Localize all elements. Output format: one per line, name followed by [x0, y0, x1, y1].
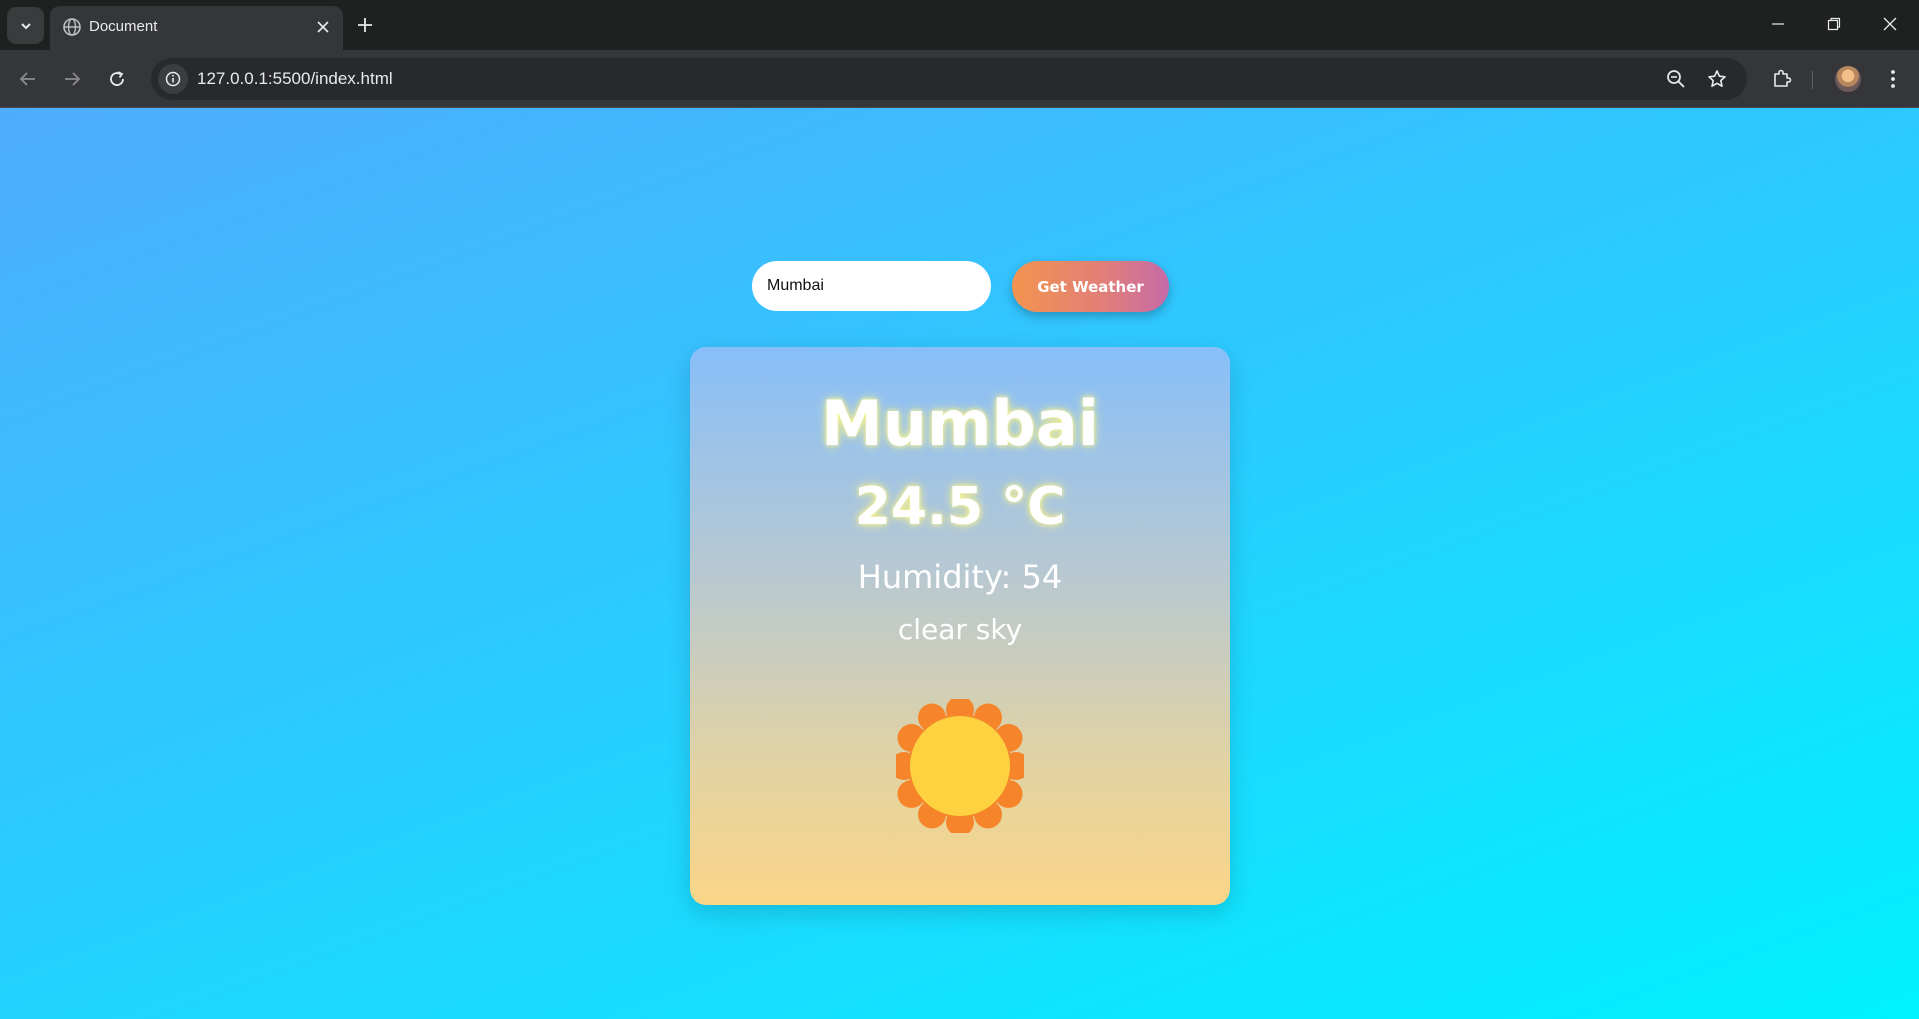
chevron-down-icon — [20, 22, 31, 29]
minimize-button[interactable] — [1750, 0, 1806, 48]
temperature: 24.5 °C — [854, 477, 1066, 537]
city-search-input[interactable] — [752, 261, 991, 311]
browser-tab-bar: Document — [0, 0, 1919, 50]
address-bar[interactable]: 127.0.0.1:5500/index.html — [151, 58, 1747, 100]
forward-icon — [65, 72, 81, 86]
bookmark-star-icon — [1708, 70, 1726, 87]
close-icon — [317, 21, 329, 33]
url-text: 127.0.0.1:5500/index.html — [197, 69, 393, 88]
tab-document[interactable]: Document — [50, 6, 343, 50]
menu-button[interactable] — [1876, 62, 1910, 96]
window-close-icon — [1883, 17, 1897, 31]
weather-card: Mumbai 24.5 °C Humidity: 54 clear sky — [690, 347, 1230, 905]
globe-icon — [63, 18, 81, 36]
restore-icon — [1827, 17, 1841, 31]
restore-button[interactable] — [1806, 0, 1862, 48]
window-close-button[interactable] — [1862, 0, 1918, 48]
tab-search-button[interactable] — [7, 7, 44, 44]
browser-toolbar: 127.0.0.1:5500/index.html — [0, 50, 1919, 108]
new-tab-button[interactable] — [350, 10, 380, 40]
extensions-button[interactable] — [1765, 62, 1799, 96]
page-viewport: Get Weather Mumbai 24.5 °C Humidity: 54 … — [0, 108, 1919, 1019]
minimize-icon — [1772, 23, 1784, 25]
back-button[interactable] — [11, 62, 45, 96]
reload-button[interactable] — [100, 62, 134, 96]
sun-icon — [896, 699, 1024, 833]
forward-button[interactable] — [55, 62, 89, 96]
zoom-button[interactable] — [1663, 66, 1689, 92]
site-info-icon — [165, 71, 181, 87]
reload-icon — [110, 71, 124, 86]
weather-description: clear sky — [897, 613, 1023, 646]
more-vert-icon — [1891, 70, 1895, 88]
tab-title: Document — [89, 18, 158, 35]
plus-icon — [358, 18, 372, 32]
get-weather-button[interactable]: Get Weather — [1012, 261, 1169, 312]
bookmark-button[interactable] — [1704, 66, 1730, 92]
zoom-out-icon — [1667, 70, 1685, 88]
humidity: Humidity: 54 — [857, 558, 1063, 596]
back-icon — [19, 72, 35, 86]
city-name: Mumbai — [821, 387, 1099, 460]
avatar[interactable] — [1835, 66, 1861, 92]
toolbar-separator — [1812, 71, 1813, 89]
close-tab-button[interactable] — [311, 15, 335, 39]
extensions-icon — [1774, 69, 1792, 87]
site-info-button[interactable] — [158, 64, 188, 94]
